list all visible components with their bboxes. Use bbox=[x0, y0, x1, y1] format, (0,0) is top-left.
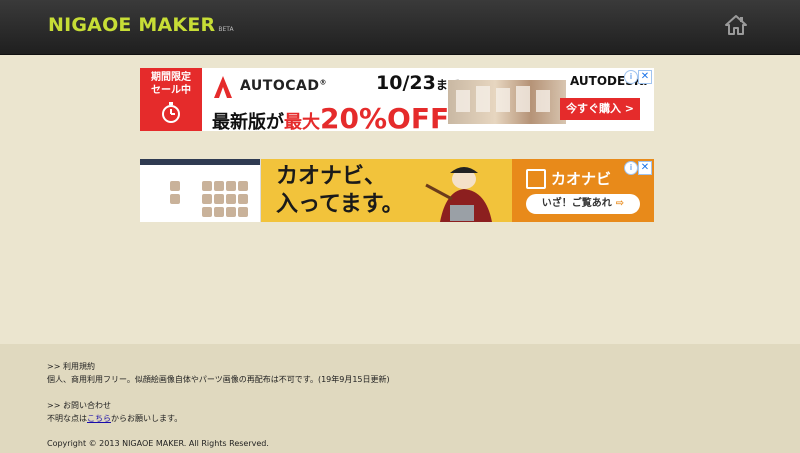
adchoices-icon[interactable]: i bbox=[624, 70, 638, 84]
sale-badge-line1: 期間限定 bbox=[151, 72, 191, 83]
close-icon[interactable]: ✕ bbox=[638, 161, 652, 175]
close-icon[interactable]: ✕ bbox=[638, 70, 652, 84]
contact-link[interactable]: こちら bbox=[87, 414, 111, 423]
ad-copy-line1: カオナビ、 bbox=[276, 164, 387, 189]
copyright: Copyright © 2013 NIGAOE MAKER. All Right… bbox=[47, 439, 269, 448]
adchoices-icon[interactable]: i bbox=[624, 161, 638, 175]
sale-badge: 期間限定 セール中 bbox=[140, 68, 202, 131]
autocad-logo-icon bbox=[214, 76, 232, 98]
ad-building-photo bbox=[448, 80, 566, 124]
terms-text: 個人、商用利用フリー。似顔絵画像自体やパーツ画像の再配布は不可です。(19年9月… bbox=[47, 375, 390, 384]
headline-part-b: 最大 bbox=[284, 112, 320, 131]
contact-suffix: からお願いします。 bbox=[111, 414, 183, 423]
arrow-circle-icon: ⇨ bbox=[615, 198, 625, 209]
deadline-date: 10/23 bbox=[376, 72, 436, 94]
home-icon[interactable] bbox=[724, 13, 748, 37]
ad-product-name: AUTOCAD® bbox=[240, 78, 327, 94]
ad-app-screenshot bbox=[140, 159, 261, 222]
kaonavi-brand-text: カオナビ bbox=[551, 170, 612, 188]
logo-text: NIGAOE MAKER bbox=[48, 14, 216, 36]
contact-prefix: 不明な点は bbox=[47, 414, 87, 423]
kaonavi-logo-icon bbox=[526, 168, 546, 189]
footer: >> 利用規約 個人、商用利用フリー。似顔絵画像自体やパーツ画像の再配布は不可で… bbox=[0, 344, 800, 453]
samurai-illustration bbox=[425, 167, 492, 222]
headline-part-a: 最新版が bbox=[212, 112, 284, 131]
ad-headline: 最新版が最大20%OFF bbox=[212, 102, 449, 131]
registered-mark: ® bbox=[319, 78, 327, 87]
ad-copy-line2: 入ってます。 bbox=[276, 192, 404, 217]
autocad-ad-banner[interactable]: 期間限定 セール中 AUTOCAD® 10/23まで 最新版が最大20%OFF … bbox=[140, 68, 654, 131]
kaonavi-logo: カオナビ bbox=[526, 168, 611, 189]
product-text: AUTOCAD bbox=[240, 78, 320, 94]
view-now-label: いざ！ご覧あれ bbox=[541, 198, 612, 209]
kaonavi-ad-banner[interactable]: カオナビ、 入ってます。 カオナビ いざ！ご覧あれ ⇨ i ✕ bbox=[140, 159, 654, 222]
contact-heading: >> お問い合わせ bbox=[47, 401, 111, 410]
headline-discount: 20%OFF bbox=[320, 102, 450, 131]
ad-copy: カオナビ、 入ってます。 bbox=[276, 163, 404, 219]
view-now-button[interactable]: いざ！ご覧あれ ⇨ bbox=[526, 194, 640, 214]
sale-badge-line2: セール中 bbox=[151, 85, 191, 96]
site-logo[interactable]: NIGAOE MAKER BETA bbox=[48, 14, 234, 36]
home-icon-svg bbox=[725, 15, 747, 35]
stopwatch-icon bbox=[162, 102, 180, 123]
beta-badge: BETA bbox=[218, 26, 234, 33]
header-bar: NIGAOE MAKER BETA bbox=[0, 0, 800, 54]
buy-now-button[interactable]: 今すぐ購入 > bbox=[560, 98, 640, 120]
contact-text: 不明な点はこちらからお願いします。 bbox=[47, 413, 182, 424]
terms-heading: >> 利用規約 bbox=[47, 362, 95, 371]
